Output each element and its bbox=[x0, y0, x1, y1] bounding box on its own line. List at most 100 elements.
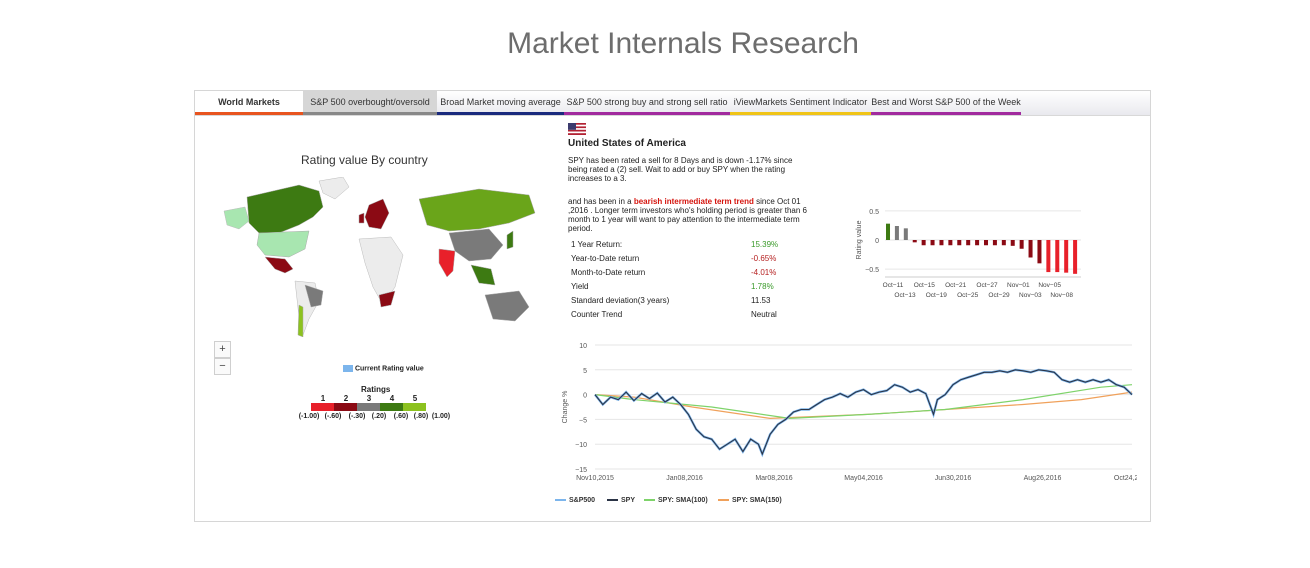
bar-y-tick: 0 bbox=[875, 238, 879, 245]
tab-label: S&P 500 overbought/oversold bbox=[310, 97, 430, 107]
rating-5-swatch bbox=[403, 403, 426, 411]
tab-label: World Markets bbox=[218, 97, 280, 107]
bar-mark bbox=[903, 228, 908, 240]
series-sp500 bbox=[594, 368, 1133, 458]
zoom-in-button[interactable]: + bbox=[214, 341, 231, 358]
bar-mark bbox=[1001, 240, 1006, 246]
bar-mark bbox=[1019, 240, 1024, 249]
tab-strong-buy-sell[interactable]: S&P 500 strong buy and strong sell ratio bbox=[564, 91, 730, 115]
bar-x-tick: Oct−19 bbox=[926, 292, 948, 299]
bar-mark bbox=[984, 240, 989, 246]
stat-row: Year-to-Date return -0.65% bbox=[571, 254, 801, 266]
stat-label: Month-to-Date return bbox=[571, 268, 646, 277]
legend-swatch bbox=[343, 365, 353, 372]
line-x-tick: Jan08,2016 bbox=[666, 475, 703, 482]
tab-underline bbox=[730, 112, 871, 115]
rating-value: (-1.00) bbox=[298, 413, 320, 420]
rating-4-swatch bbox=[380, 403, 403, 411]
page-title: Market Internals Research bbox=[507, 27, 859, 60]
legend-label: SPY: SMA(100) bbox=[658, 497, 708, 504]
us-flag-icon bbox=[568, 123, 586, 135]
map-usa bbox=[256, 230, 310, 258]
stat-value: Neutral bbox=[751, 310, 777, 319]
rating-value: (-.60) bbox=[324, 413, 342, 420]
rating-4-label: 4 bbox=[389, 394, 395, 403]
zoom-out-button[interactable]: − bbox=[214, 358, 231, 375]
bar-mark bbox=[957, 240, 962, 246]
map-russia bbox=[419, 188, 536, 232]
tab-best-worst[interactable]: Best and Worst S&P 500 of the Week bbox=[871, 91, 1021, 115]
map-legend-label: Current Rating value bbox=[354, 365, 424, 373]
line-legend-sma100[interactable]: SPY: SMA(100) bbox=[644, 497, 708, 504]
tab-world-markets[interactable]: World Markets bbox=[195, 91, 303, 115]
legend-label: SPY: SMA(150) bbox=[732, 497, 782, 504]
map-title: Rating value By country bbox=[301, 153, 428, 167]
rating-2-label: 2 bbox=[343, 394, 349, 403]
change-line-chart: 10 5 0 −5 −10 −15 Change % Nov10,2015 Jan08,2016… bbox=[562, 343, 1137, 482]
map-mexico bbox=[264, 256, 294, 274]
ratings-title: Ratings bbox=[361, 385, 391, 394]
market-panel: World Markets S&P 500 overbought/oversol… bbox=[194, 90, 1151, 522]
bar-x-tick: Oct−21 bbox=[945, 282, 967, 289]
tab-sentiment-indicator[interactable]: iViewMarkets Sentiment Indicator bbox=[730, 91, 871, 115]
line-y-tick: 10 bbox=[579, 343, 587, 350]
tab-broad-market[interactable]: Broad Market moving average bbox=[437, 91, 564, 115]
desc-text: and has been in a bbox=[568, 197, 634, 206]
legend-line bbox=[644, 499, 655, 502]
stat-label: Year-to-Date return bbox=[571, 254, 640, 263]
line-y-tick: 0 bbox=[583, 393, 587, 400]
rating-value: (.20) bbox=[371, 413, 387, 420]
tab-underline bbox=[303, 112, 437, 115]
line-y-tick: −10 bbox=[575, 442, 587, 449]
legend-label: SPY bbox=[621, 497, 636, 504]
rating-3-label: 3 bbox=[366, 394, 372, 403]
line-x-tick: May04,2016 bbox=[844, 475, 883, 482]
bar-x-tick: Nov−01 bbox=[1007, 282, 1030, 289]
stat-row: Yield 1.78% bbox=[571, 282, 801, 294]
tab-label: S&P 500 strong buy and strong sell ratio bbox=[566, 97, 728, 107]
bar-x-tick: Nov−08 bbox=[1050, 292, 1073, 299]
bar-mark bbox=[1055, 240, 1060, 273]
tab-underline bbox=[564, 112, 730, 115]
country-info: United States of America SPY has been ra… bbox=[568, 123, 813, 239]
rating-5-label: 5 bbox=[412, 394, 418, 403]
country-name: United States of America bbox=[568, 138, 686, 149]
bar-mark bbox=[1073, 240, 1078, 274]
world-map[interactable] bbox=[219, 177, 419, 337]
map-australia bbox=[484, 290, 530, 322]
bar-y-tick: 0.5 bbox=[869, 209, 879, 216]
rating-1-label: 1 bbox=[320, 394, 326, 403]
world-map-east[interactable] bbox=[419, 185, 539, 325]
map-chile bbox=[297, 304, 304, 337]
tab-sp500-overbought[interactable]: S&P 500 overbought/oversold bbox=[303, 91, 437, 115]
rating-value: (1.00) bbox=[431, 413, 451, 420]
stat-value: 15.39% bbox=[751, 240, 779, 249]
bar-mark bbox=[930, 240, 935, 246]
map-china bbox=[448, 228, 504, 262]
line-legend-spy[interactable]: SPY bbox=[607, 497, 635, 504]
bar-x-tick: Nov−03 bbox=[1019, 292, 1042, 299]
stat-label: 1 Year Return: bbox=[571, 240, 623, 249]
tab-underline bbox=[437, 112, 564, 115]
bar-mark bbox=[921, 240, 926, 246]
stat-row: Counter Trend Neutral bbox=[571, 310, 801, 322]
line-legend-sp500[interactable]: S&P500 bbox=[555, 497, 595, 504]
bar-x-tick: Oct−15 bbox=[914, 282, 936, 289]
map-se-asia bbox=[470, 264, 496, 286]
bar-mark bbox=[1010, 240, 1015, 246]
legend-line bbox=[718, 499, 729, 502]
stat-value: 1.78% bbox=[751, 282, 774, 291]
legend-line bbox=[607, 499, 618, 502]
tab-underline bbox=[871, 112, 1021, 115]
bar-x-tick: Oct−25 bbox=[957, 292, 979, 299]
rating-2-swatch bbox=[334, 403, 357, 411]
bar-x-tick: Oct−27 bbox=[976, 282, 998, 289]
rating-value: (-.30) bbox=[348, 413, 366, 420]
stat-row: Month-to-Date return -4.01% bbox=[571, 268, 801, 280]
stat-value: 11.53 bbox=[751, 296, 771, 305]
line-y-tick: 5 bbox=[583, 368, 587, 375]
line-legend-sma150[interactable]: SPY: SMA(150) bbox=[718, 497, 782, 504]
legend-line bbox=[555, 499, 566, 502]
tab-bar: World Markets S&P 500 overbought/oversol… bbox=[195, 91, 1150, 116]
bar-mark bbox=[1046, 240, 1051, 273]
